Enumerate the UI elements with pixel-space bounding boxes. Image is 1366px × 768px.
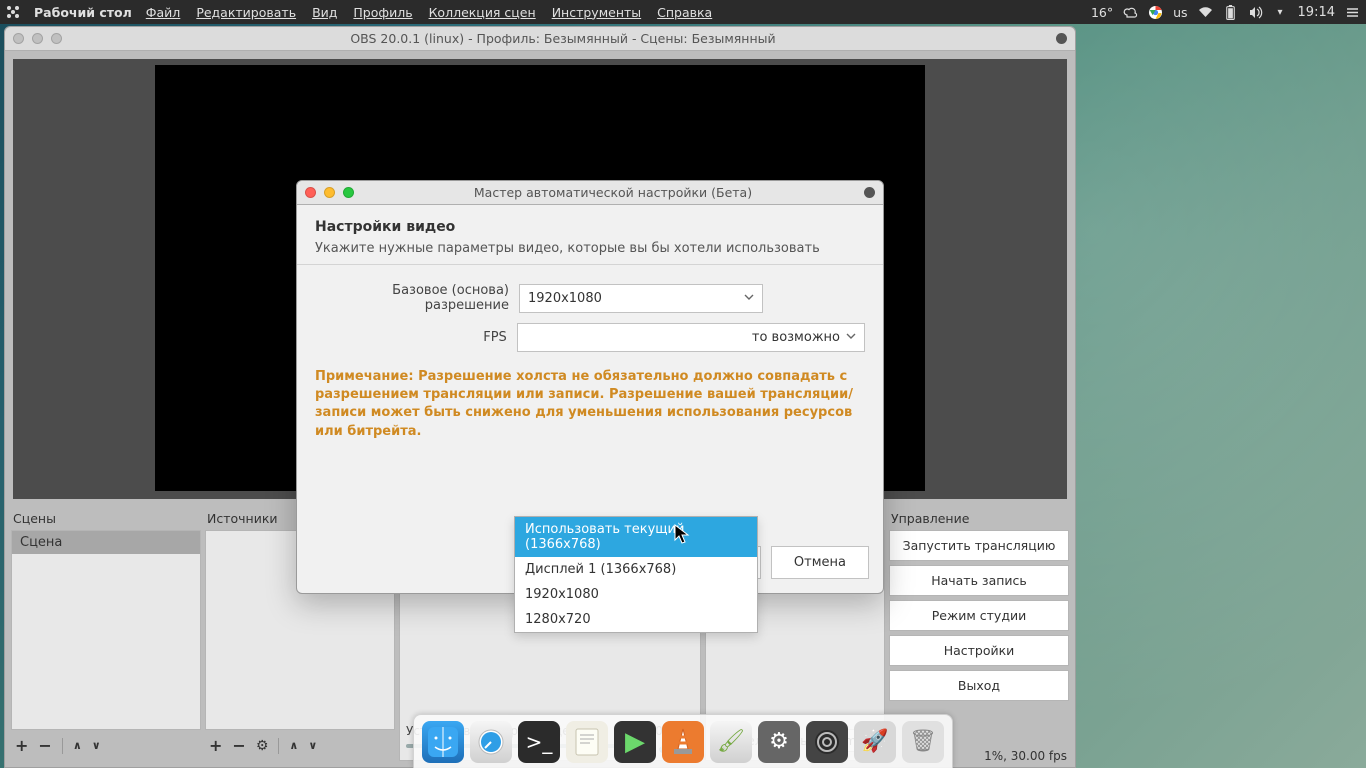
base-resolution-value: 1920x1080 — [528, 291, 602, 306]
cancel-button[interactable]: Отмена — [771, 546, 869, 579]
obs-app-icon — [1056, 33, 1067, 44]
menu-icon[interactable] — [1345, 5, 1360, 20]
menu-profile[interactable]: Профиль — [353, 5, 412, 20]
resolution-dropdown-popup[interactable]: Использовать текущий (1366x768) Дисплей … — [514, 516, 758, 633]
obs-titlebar[interactable]: OBS 20.0.1 (linux) - Профиль: Безымянный… — [5, 27, 1075, 51]
system-tray: 16° us ▾ 19:14 — [1091, 5, 1360, 20]
add-source-button[interactable]: + — [209, 736, 222, 755]
dock[interactable]: >_ ▶ 🖌 ⚙ 🚀 🗑 — [413, 714, 953, 768]
dropdown-option-1920x1080[interactable]: 1920x1080 — [515, 582, 757, 607]
exit-button[interactable]: Выход — [889, 670, 1069, 701]
maximize-button-inactive[interactable] — [51, 33, 62, 44]
controls-title: Управление — [889, 509, 1069, 530]
minimize-button-inactive[interactable] — [32, 33, 43, 44]
wizard-title: Мастер автоматической настройки (Бета) — [362, 185, 864, 200]
dock-app-finder[interactable] — [422, 721, 464, 763]
mouse-cursor — [674, 524, 690, 544]
start-recording-button[interactable]: Начать запись — [889, 565, 1069, 596]
clock[interactable]: 19:14 — [1298, 5, 1335, 20]
scenes-list[interactable]: Сцена — [11, 530, 201, 730]
top-panel: Рабочий стол Файл Редактировать Вид Проф… — [0, 0, 1366, 24]
close-button-inactive[interactable] — [13, 33, 24, 44]
scene-item[interactable]: Сцена — [12, 531, 200, 554]
battery-icon[interactable] — [1223, 5, 1238, 20]
fps-select[interactable]: то возможно — [517, 323, 865, 352]
menu-edit[interactable]: Редактировать — [196, 5, 296, 20]
wizard-note: Примечание: Разрешение холста не обязате… — [315, 368, 865, 441]
dock-app-launcher[interactable]: 🚀 — [854, 721, 896, 763]
chevron-down-icon — [744, 292, 754, 305]
dock-app-system-settings[interactable]: ⚙ — [758, 721, 800, 763]
scenes-dock: Сцены Сцена + − ∧ ∨ — [11, 509, 201, 761]
settings-button[interactable]: Настройки — [889, 635, 1069, 666]
wizard-titlebar[interactable]: Мастер автоматической настройки (Бета) — [297, 181, 883, 205]
desktop-label: Рабочий стол — [34, 5, 132, 20]
dock-app-obs[interactable] — [806, 721, 848, 763]
remove-source-button[interactable]: − — [232, 736, 245, 755]
fps-label: FPS — [315, 330, 507, 345]
source-up-button[interactable]: ∧ — [289, 739, 298, 752]
base-resolution-select[interactable]: 1920x1080 — [519, 284, 763, 313]
chevron-down-icon — [846, 331, 856, 344]
dock-app-vlc[interactable] — [662, 721, 704, 763]
dock-app-image-editor[interactable]: 🖌 — [710, 721, 752, 763]
menu-tools[interactable]: Инструменты — [552, 5, 641, 20]
menu-scene-collection[interactable]: Коллекция сцен — [429, 5, 536, 20]
wizard-heading: Настройки видео — [315, 219, 865, 235]
menu-file[interactable]: Файл — [146, 5, 181, 20]
wizard-app-icon — [864, 187, 875, 198]
dock-app-text-editor[interactable] — [566, 721, 608, 763]
scenes-title: Сцены — [11, 509, 201, 530]
minimize-button[interactable] — [324, 187, 335, 198]
dock-trash[interactable]: 🗑 — [902, 721, 944, 763]
wifi-icon[interactable] — [1198, 5, 1213, 20]
menu-help[interactable]: Справка — [657, 5, 712, 20]
keyboard-layout-indicator[interactable]: us — [1173, 5, 1187, 20]
status-bar: 1%, 30.00 fps — [984, 749, 1067, 763]
dock-app-terminal[interactable]: >_ — [518, 721, 560, 763]
scene-down-button[interactable]: ∨ — [92, 739, 101, 752]
wizard-subtitle: Укажите нужные параметры видео, которые … — [315, 241, 865, 256]
dock-app-media-play[interactable]: ▶ — [614, 721, 656, 763]
dropdown-option-display-1[interactable]: Дисплей 1 (1366x768) — [515, 557, 757, 582]
fps-value: то возможно — [752, 330, 840, 345]
base-resolution-label: Базовое (основа) разрешение — [315, 283, 509, 313]
dropdown-option-use-current[interactable]: Использовать текущий (1366x768) — [515, 517, 757, 557]
source-down-button[interactable]: ∨ — [308, 739, 317, 752]
window-title: OBS 20.0.1 (linux) - Профиль: Безымянный… — [70, 31, 1056, 46]
maximize-button[interactable] — [343, 187, 354, 198]
studio-mode-button[interactable]: Режим студии — [889, 600, 1069, 631]
app-launcher-icon[interactable] — [6, 5, 22, 19]
source-settings-button[interactable]: ⚙ — [256, 738, 269, 754]
dropdown-option-1280x720[interactable]: 1280x720 — [515, 607, 757, 632]
weather-temperature[interactable]: 16° — [1091, 5, 1113, 20]
weather-icon[interactable] — [1123, 5, 1138, 20]
chrome-icon[interactable] — [1148, 5, 1163, 20]
volume-icon[interactable] — [1248, 5, 1263, 20]
start-streaming-button[interactable]: Запустить трансляцию — [889, 530, 1069, 561]
remove-scene-button[interactable]: − — [38, 736, 51, 755]
close-button[interactable] — [305, 187, 316, 198]
chevron-down-icon[interactable]: ▾ — [1273, 5, 1288, 20]
scene-up-button[interactable]: ∧ — [73, 739, 82, 752]
menu-view[interactable]: Вид — [312, 5, 337, 20]
dock-app-safari[interactable] — [470, 721, 512, 763]
add-scene-button[interactable]: + — [15, 736, 28, 755]
